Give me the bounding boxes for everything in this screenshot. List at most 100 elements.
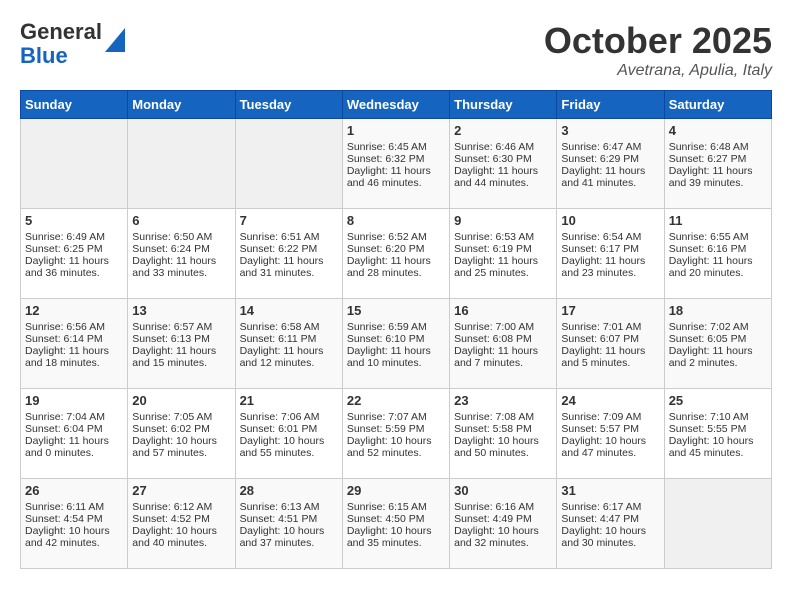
logo-text: General Blue bbox=[20, 20, 125, 68]
day-cell: 16Sunrise: 7:00 AMSunset: 6:08 PMDayligh… bbox=[450, 299, 557, 389]
title-block: October 2025 Avetrana, Apulia, Italy bbox=[544, 20, 772, 80]
sunset-text: Sunset: 4:54 PM bbox=[25, 513, 123, 525]
sunrise-text: Sunrise: 6:47 AM bbox=[561, 141, 659, 153]
sunrise-text: Sunrise: 6:58 AM bbox=[240, 321, 338, 333]
day-number: 21 bbox=[240, 393, 338, 408]
sunset-text: Sunset: 6:17 PM bbox=[561, 243, 659, 255]
header-tuesday: Tuesday bbox=[235, 91, 342, 119]
day-number: 13 bbox=[132, 303, 230, 318]
day-number: 12 bbox=[25, 303, 123, 318]
sunrise-text: Sunrise: 7:01 AM bbox=[561, 321, 659, 333]
daylight-text: Daylight: 10 hours and 52 minutes. bbox=[347, 435, 445, 459]
daylight-text: Daylight: 11 hours and 15 minutes. bbox=[132, 345, 230, 369]
sunrise-text: Sunrise: 6:59 AM bbox=[347, 321, 445, 333]
week-row-5: 26Sunrise: 6:11 AMSunset: 4:54 PMDayligh… bbox=[21, 479, 772, 569]
daylight-text: Daylight: 11 hours and 33 minutes. bbox=[132, 255, 230, 279]
day-number: 6 bbox=[132, 213, 230, 228]
daylight-text: Daylight: 11 hours and 23 minutes. bbox=[561, 255, 659, 279]
sunrise-text: Sunrise: 6:55 AM bbox=[669, 231, 767, 243]
day-number: 27 bbox=[132, 483, 230, 498]
day-cell: 2Sunrise: 6:46 AMSunset: 6:30 PMDaylight… bbox=[450, 119, 557, 209]
daylight-text: Daylight: 10 hours and 40 minutes. bbox=[132, 525, 230, 549]
sunrise-text: Sunrise: 6:53 AM bbox=[454, 231, 552, 243]
week-row-1: 1Sunrise: 6:45 AMSunset: 6:32 PMDaylight… bbox=[21, 119, 772, 209]
page-header: General Blue October 2025 Avetrana, Apul… bbox=[20, 20, 772, 80]
sunset-text: Sunset: 6:22 PM bbox=[240, 243, 338, 255]
day-number: 10 bbox=[561, 213, 659, 228]
sunset-text: Sunset: 6:27 PM bbox=[669, 153, 767, 165]
sunset-text: Sunset: 4:47 PM bbox=[561, 513, 659, 525]
daylight-text: Daylight: 11 hours and 41 minutes. bbox=[561, 165, 659, 189]
sunrise-text: Sunrise: 6:56 AM bbox=[25, 321, 123, 333]
day-cell: 27Sunrise: 6:12 AMSunset: 4:52 PMDayligh… bbox=[128, 479, 235, 569]
sunset-text: Sunset: 6:14 PM bbox=[25, 333, 123, 345]
day-cell: 20Sunrise: 7:05 AMSunset: 6:02 PMDayligh… bbox=[128, 389, 235, 479]
day-cell: 30Sunrise: 6:16 AMSunset: 4:49 PMDayligh… bbox=[450, 479, 557, 569]
daylight-text: Daylight: 11 hours and 44 minutes. bbox=[454, 165, 552, 189]
day-cell: 28Sunrise: 6:13 AMSunset: 4:51 PMDayligh… bbox=[235, 479, 342, 569]
day-cell: 26Sunrise: 6:11 AMSunset: 4:54 PMDayligh… bbox=[21, 479, 128, 569]
sunrise-text: Sunrise: 7:09 AM bbox=[561, 411, 659, 423]
daylight-text: Daylight: 11 hours and 28 minutes. bbox=[347, 255, 445, 279]
sunrise-text: Sunrise: 6:17 AM bbox=[561, 501, 659, 513]
sunset-text: Sunset: 6:19 PM bbox=[454, 243, 552, 255]
day-number: 20 bbox=[132, 393, 230, 408]
daylight-text: Daylight: 10 hours and 50 minutes. bbox=[454, 435, 552, 459]
daylight-text: Daylight: 11 hours and 39 minutes. bbox=[669, 165, 767, 189]
daylight-text: Daylight: 10 hours and 30 minutes. bbox=[561, 525, 659, 549]
daylight-text: Daylight: 10 hours and 37 minutes. bbox=[240, 525, 338, 549]
day-number: 26 bbox=[25, 483, 123, 498]
day-number: 18 bbox=[669, 303, 767, 318]
logo-triangle-icon bbox=[105, 28, 125, 52]
sunrise-text: Sunrise: 6:45 AM bbox=[347, 141, 445, 153]
sunset-text: Sunset: 6:04 PM bbox=[25, 423, 123, 435]
sunrise-text: Sunrise: 7:07 AM bbox=[347, 411, 445, 423]
sunset-text: Sunset: 6:05 PM bbox=[669, 333, 767, 345]
daylight-text: Daylight: 11 hours and 31 minutes. bbox=[240, 255, 338, 279]
day-cell: 14Sunrise: 6:58 AMSunset: 6:11 PMDayligh… bbox=[235, 299, 342, 389]
sunset-text: Sunset: 6:11 PM bbox=[240, 333, 338, 345]
day-cell: 4Sunrise: 6:48 AMSunset: 6:27 PMDaylight… bbox=[664, 119, 771, 209]
day-number: 3 bbox=[561, 123, 659, 138]
day-cell bbox=[21, 119, 128, 209]
sunset-text: Sunset: 4:49 PM bbox=[454, 513, 552, 525]
day-cell: 7Sunrise: 6:51 AMSunset: 6:22 PMDaylight… bbox=[235, 209, 342, 299]
sunset-text: Sunset: 5:57 PM bbox=[561, 423, 659, 435]
logo-general: General bbox=[20, 19, 102, 44]
sunrise-text: Sunrise: 6:15 AM bbox=[347, 501, 445, 513]
day-cell: 1Sunrise: 6:45 AMSunset: 6:32 PMDaylight… bbox=[342, 119, 449, 209]
day-number: 11 bbox=[669, 213, 767, 228]
sunset-text: Sunset: 6:29 PM bbox=[561, 153, 659, 165]
day-number: 9 bbox=[454, 213, 552, 228]
sunrise-text: Sunrise: 6:48 AM bbox=[669, 141, 767, 153]
daylight-text: Daylight: 11 hours and 46 minutes. bbox=[347, 165, 445, 189]
day-cell: 25Sunrise: 7:10 AMSunset: 5:55 PMDayligh… bbox=[664, 389, 771, 479]
day-number: 25 bbox=[669, 393, 767, 408]
sunrise-text: Sunrise: 6:52 AM bbox=[347, 231, 445, 243]
sunrise-text: Sunrise: 6:51 AM bbox=[240, 231, 338, 243]
week-row-2: 5Sunrise: 6:49 AMSunset: 6:25 PMDaylight… bbox=[21, 209, 772, 299]
sunset-text: Sunset: 4:50 PM bbox=[347, 513, 445, 525]
logo: General Blue bbox=[20, 20, 125, 68]
header-friday: Friday bbox=[557, 91, 664, 119]
sunrise-text: Sunrise: 6:50 AM bbox=[132, 231, 230, 243]
sunset-text: Sunset: 6:07 PM bbox=[561, 333, 659, 345]
sunset-text: Sunset: 6:02 PM bbox=[132, 423, 230, 435]
daylight-text: Daylight: 10 hours and 55 minutes. bbox=[240, 435, 338, 459]
location-subtitle: Avetrana, Apulia, Italy bbox=[544, 62, 772, 80]
day-number: 31 bbox=[561, 483, 659, 498]
day-cell: 5Sunrise: 6:49 AMSunset: 6:25 PMDaylight… bbox=[21, 209, 128, 299]
sunset-text: Sunset: 6:13 PM bbox=[132, 333, 230, 345]
sunset-text: Sunset: 6:01 PM bbox=[240, 423, 338, 435]
sunset-text: Sunset: 4:52 PM bbox=[132, 513, 230, 525]
sunrise-text: Sunrise: 7:00 AM bbox=[454, 321, 552, 333]
week-row-4: 19Sunrise: 7:04 AMSunset: 6:04 PMDayligh… bbox=[21, 389, 772, 479]
day-number: 19 bbox=[25, 393, 123, 408]
calendar-header-row: SundayMondayTuesdayWednesdayThursdayFrid… bbox=[21, 91, 772, 119]
day-cell: 23Sunrise: 7:08 AMSunset: 5:58 PMDayligh… bbox=[450, 389, 557, 479]
day-number: 22 bbox=[347, 393, 445, 408]
day-cell: 21Sunrise: 7:06 AMSunset: 6:01 PMDayligh… bbox=[235, 389, 342, 479]
sunset-text: Sunset: 5:58 PM bbox=[454, 423, 552, 435]
day-number: 14 bbox=[240, 303, 338, 318]
sunset-text: Sunset: 6:16 PM bbox=[669, 243, 767, 255]
